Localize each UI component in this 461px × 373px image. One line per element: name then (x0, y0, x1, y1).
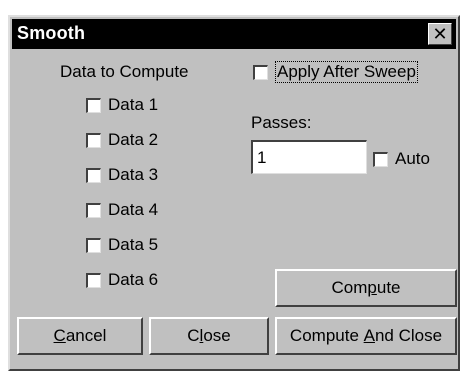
window-title: Smooth (17, 23, 86, 43)
data-2-checkbox[interactable]: Data 2 (86, 130, 158, 150)
cancel-button-mnemonic: C (53, 326, 66, 345)
checkbox-box[interactable] (86, 237, 101, 253)
compute-button-label-end: ute (376, 278, 401, 297)
close-button-label-end: ose (203, 326, 231, 345)
data-1-label: Data 1 (108, 95, 159, 114)
data-6-checkbox[interactable]: Data 6 (86, 270, 158, 290)
auto-label: Auto (395, 149, 430, 168)
compute-button[interactable]: Com p ute (275, 269, 457, 307)
checkbox-box[interactable] (86, 167, 101, 183)
passes-input[interactable] (251, 140, 367, 174)
apply-after-sweep-label: Apply After Sweep (275, 61, 418, 83)
close-button-label-start: C (187, 326, 200, 345)
passes-label: Passes: (251, 113, 312, 132)
compute-and-close-mnemonic: A (363, 326, 375, 345)
title-bar[interactable]: Smooth ✕ (12, 19, 456, 49)
compute-and-close-label-end: nd Close (374, 326, 443, 345)
checkbox-box[interactable] (86, 132, 101, 148)
close-window-button[interactable]: ✕ (428, 23, 452, 45)
data-2-label: Data 2 (108, 130, 159, 149)
checkbox-box[interactable] (373, 151, 388, 167)
close-icon: ✕ (432, 24, 448, 44)
checkbox-box[interactable] (253, 64, 268, 80)
checkbox-box[interactable] (86, 272, 101, 288)
compute-and-close-button[interactable]: Compute And Close (275, 317, 457, 355)
data-to-compute-label: Data to Compute (60, 62, 189, 81)
cancel-button[interactable]: Cancel (17, 317, 143, 355)
checkbox-box[interactable] (86, 97, 101, 113)
smooth-dialog: Smooth ✕ Data to Compute Data 1 Data 2 D… (8, 15, 460, 371)
data-3-checkbox[interactable]: Data 3 (86, 165, 158, 185)
cancel-button-label-end: ancel (65, 326, 107, 345)
auto-checkbox[interactable]: Auto (373, 149, 430, 169)
data-4-checkbox[interactable]: Data 4 (86, 200, 158, 220)
data-6-label: Data 6 (108, 270, 159, 289)
data-1-checkbox[interactable]: Data 1 (86, 95, 158, 115)
data-4-label: Data 4 (108, 200, 159, 219)
apply-after-sweep-checkbox[interactable]: Apply After Sweep (253, 61, 418, 83)
compute-and-close-label-start: Compute (289, 326, 364, 345)
compute-button-label-start: Com (331, 278, 368, 297)
compute-button-mnemonic: p (367, 278, 377, 297)
data-5-label: Data 5 (108, 235, 159, 254)
data-3-label: Data 3 (108, 165, 159, 184)
data-5-checkbox[interactable]: Data 5 (86, 235, 158, 255)
close-button[interactable]: Cl ose (149, 317, 269, 355)
checkbox-box[interactable] (86, 202, 101, 218)
